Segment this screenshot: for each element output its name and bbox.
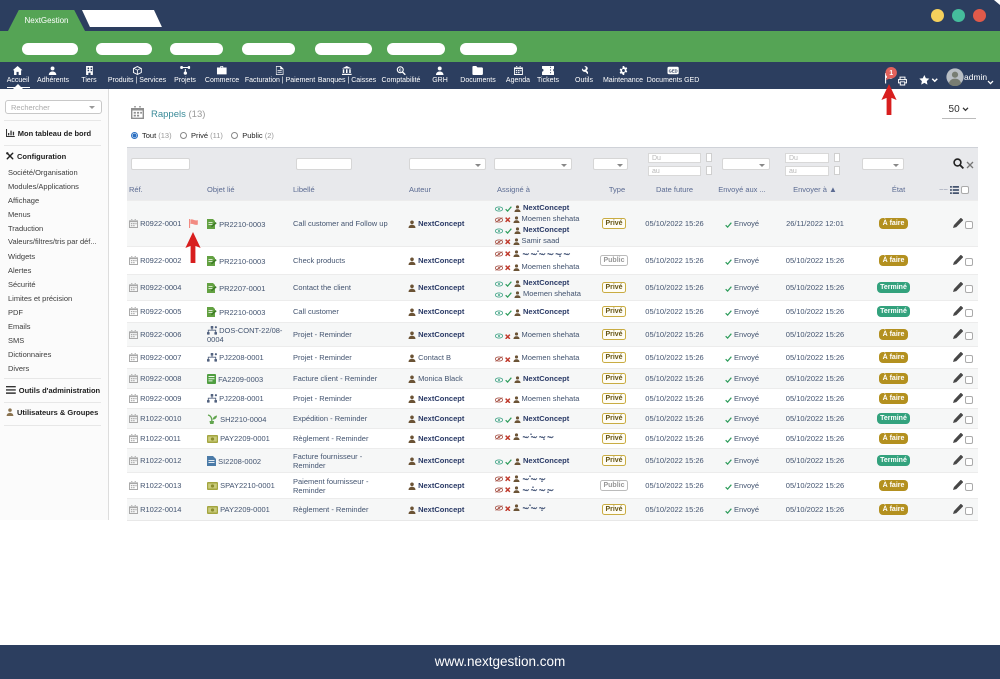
- svg-text:GED: GED: [669, 69, 678, 74]
- svg-text:€: €: [399, 67, 402, 72]
- svg-text:1: 1: [889, 70, 893, 77]
